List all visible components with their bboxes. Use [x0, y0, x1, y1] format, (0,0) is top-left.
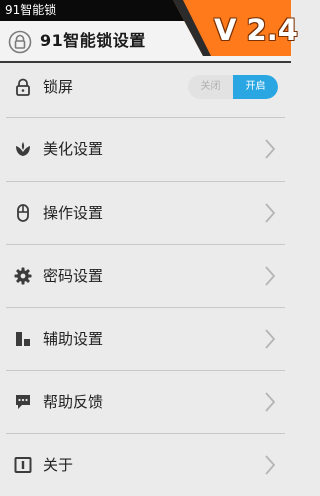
- lock-screen-toggle[interactable]: 关闭 开启: [188, 75, 278, 99]
- menu-item-label: 辅助设置: [43, 330, 104, 348]
- menu-item-label: 操作设置: [43, 204, 104, 222]
- chevron-right-icon: [265, 455, 276, 475]
- gear-icon: [14, 267, 32, 285]
- blocks-icon: [16, 332, 30, 346]
- menu-item-beautify[interactable]: 美化设置: [0, 118, 291, 180]
- chevron-right-icon: [265, 392, 276, 412]
- menu-item-assist[interactable]: 辅助设置: [0, 308, 291, 370]
- toggle-off-label[interactable]: 关闭: [188, 75, 233, 99]
- menu-item-about[interactable]: 关于: [0, 434, 291, 496]
- flower-icon: [16, 142, 30, 156]
- menu-item-label: 密码设置: [43, 267, 104, 285]
- page-title: 91智能锁设置: [40, 31, 146, 50]
- lock-screen-label: 锁屏: [43, 78, 74, 96]
- lock-logo-icon: [8, 30, 32, 54]
- chat-bubble-icon: [16, 395, 30, 409]
- version-badge: V 2.4: [214, 13, 298, 47]
- menu-item-password[interactable]: 密码设置: [0, 245, 291, 307]
- chevron-right-icon: [265, 139, 276, 159]
- menu-item-label: 帮助反馈: [43, 393, 104, 411]
- status-bar-app-name: 91智能锁: [5, 3, 57, 17]
- info-icon: [14, 457, 32, 473]
- chevron-right-icon: [265, 329, 276, 349]
- menu-item-label: 关于: [43, 456, 74, 474]
- mouse-icon: [17, 204, 29, 222]
- toggle-on-label[interactable]: 开启: [233, 75, 278, 99]
- chevron-right-icon: [265, 203, 276, 223]
- menu-item-help[interactable]: 帮助反馈: [0, 371, 291, 433]
- chevron-right-icon: [265, 266, 276, 286]
- lock-icon: [16, 78, 30, 96]
- menu-item-label: 美化设置: [43, 140, 104, 158]
- menu-item-operation[interactable]: 操作设置: [0, 182, 291, 244]
- lock-screen-row: 锁屏 关闭 开启: [0, 60, 291, 122]
